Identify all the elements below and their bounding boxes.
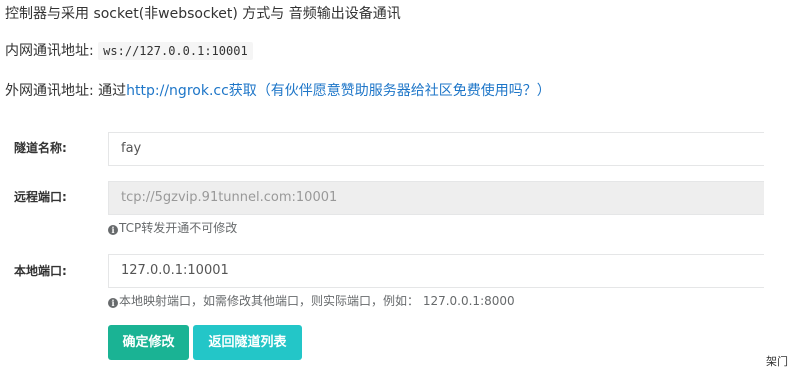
- local-port-help-text: 本地映射端口，如需修改其他端口，则实际端口，例如： 127.0.0.1:8000: [119, 294, 515, 308]
- local-port-input[interactable]: 127.0.0.1:10001: [108, 254, 764, 288]
- remote-port-help: i TCP转发开通不可修改: [108, 220, 237, 236]
- lan-address-code: ws://127.0.0.1:10001: [98, 42, 253, 60]
- remote-port-input: tcp://5gzvip.91tunnel.com:10001: [108, 181, 764, 215]
- info-icon: i: [108, 298, 118, 308]
- corner-text: 架门: [766, 355, 788, 368]
- confirm-edit-button[interactable]: 确定修改: [108, 325, 189, 360]
- remote-port-label: 远程端口:: [14, 190, 67, 204]
- tunnel-name-label: 隧道名称:: [14, 141, 67, 155]
- page-title: 控制器与采用 socket(非websocket) 方式与 音频输出设备通讯: [5, 6, 401, 22]
- info-icon: i: [108, 225, 118, 235]
- wan-address-label: 外网通讯地址:: [5, 83, 94, 99]
- tunnel-name-input[interactable]: fay: [108, 132, 764, 166]
- ngrok-link[interactable]: http://ngrok.cc获取（有伙伴愿意赞助服务器给社区免费使用吗？）: [126, 83, 551, 99]
- local-port-help: i 本地映射端口，如需修改其他端口，则实际端口，例如： 127.0.0.1:800…: [108, 293, 515, 309]
- lan-address-label: 内网通讯地址:: [5, 43, 94, 59]
- local-port-label: 本地端口:: [14, 264, 67, 278]
- lan-address-row: 内网通讯地址: ws://127.0.0.1:10001: [5, 41, 253, 61]
- back-to-tunnel-list-button[interactable]: 返回隧道列表: [193, 325, 302, 360]
- wan-address-row: 外网通讯地址: 通过http://ngrok.cc获取（有伙伴愿意赞助服务器给社…: [5, 81, 551, 101]
- remote-port-help-text: TCP转发开通不可修改: [119, 221, 238, 235]
- wan-address-prefix: 通过: [98, 83, 127, 99]
